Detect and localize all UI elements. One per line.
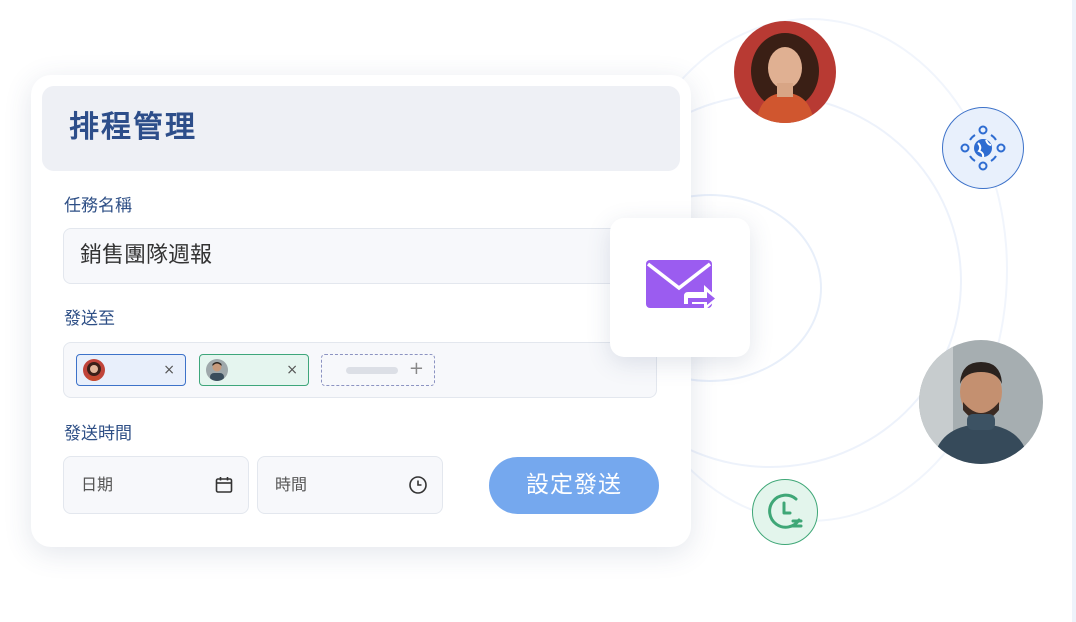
time-placeholder: 時間 [275, 475, 308, 494]
time-picker[interactable]: 時間 [257, 456, 443, 514]
avatar-woman-icon [83, 359, 105, 381]
right-edge-strip [1072, 0, 1076, 622]
date-placeholder: 日期 [81, 475, 114, 494]
schedule-send-button[interactable]: 設定發送 [489, 457, 659, 514]
globe-network-badge [942, 107, 1024, 189]
task-name-field[interactable]: 銷售團隊週報 [63, 228, 657, 284]
card-header: 排程管理 [42, 86, 680, 171]
plus-icon: + [408, 358, 424, 379]
recipient-chip[interactable]: × [76, 354, 186, 386]
task-name-label: 任務名稱 [64, 196, 132, 216]
avatar-man-icon [206, 359, 228, 381]
mail-forward-icon [646, 260, 718, 311]
globe-network-icon [960, 125, 1005, 170]
clock-icon [409, 476, 427, 494]
add-recipient-button[interactable]: + [321, 354, 435, 386]
card-title: 排程管理 [69, 110, 197, 145]
recipient-chip[interactable]: × [199, 354, 309, 386]
avatar-woman-photo [734, 21, 836, 123]
schedule-card: 排程管理 任務名稱 銷售團隊週報 發送至 × × + 發送時間 日期 時間 設定… [31, 75, 691, 547]
date-picker[interactable]: 日期 [63, 456, 249, 514]
recipients-label: 發送至 [64, 309, 115, 329]
avatar-man-photo [919, 340, 1043, 464]
remove-recipient-button[interactable]: × [163, 361, 175, 379]
send-time-label: 發送時間 [64, 424, 132, 444]
recipients-field[interactable]: × × + [63, 342, 657, 398]
remove-recipient-button[interactable]: × [286, 361, 298, 379]
calendar-icon [215, 477, 233, 493]
placeholder-bar [346, 367, 398, 374]
mail-forward-tile [610, 218, 750, 357]
task-name-value: 銷售團隊週報 [80, 243, 213, 268]
schedule-clock-badge [752, 479, 818, 545]
schedule-clock-icon [767, 493, 802, 529]
